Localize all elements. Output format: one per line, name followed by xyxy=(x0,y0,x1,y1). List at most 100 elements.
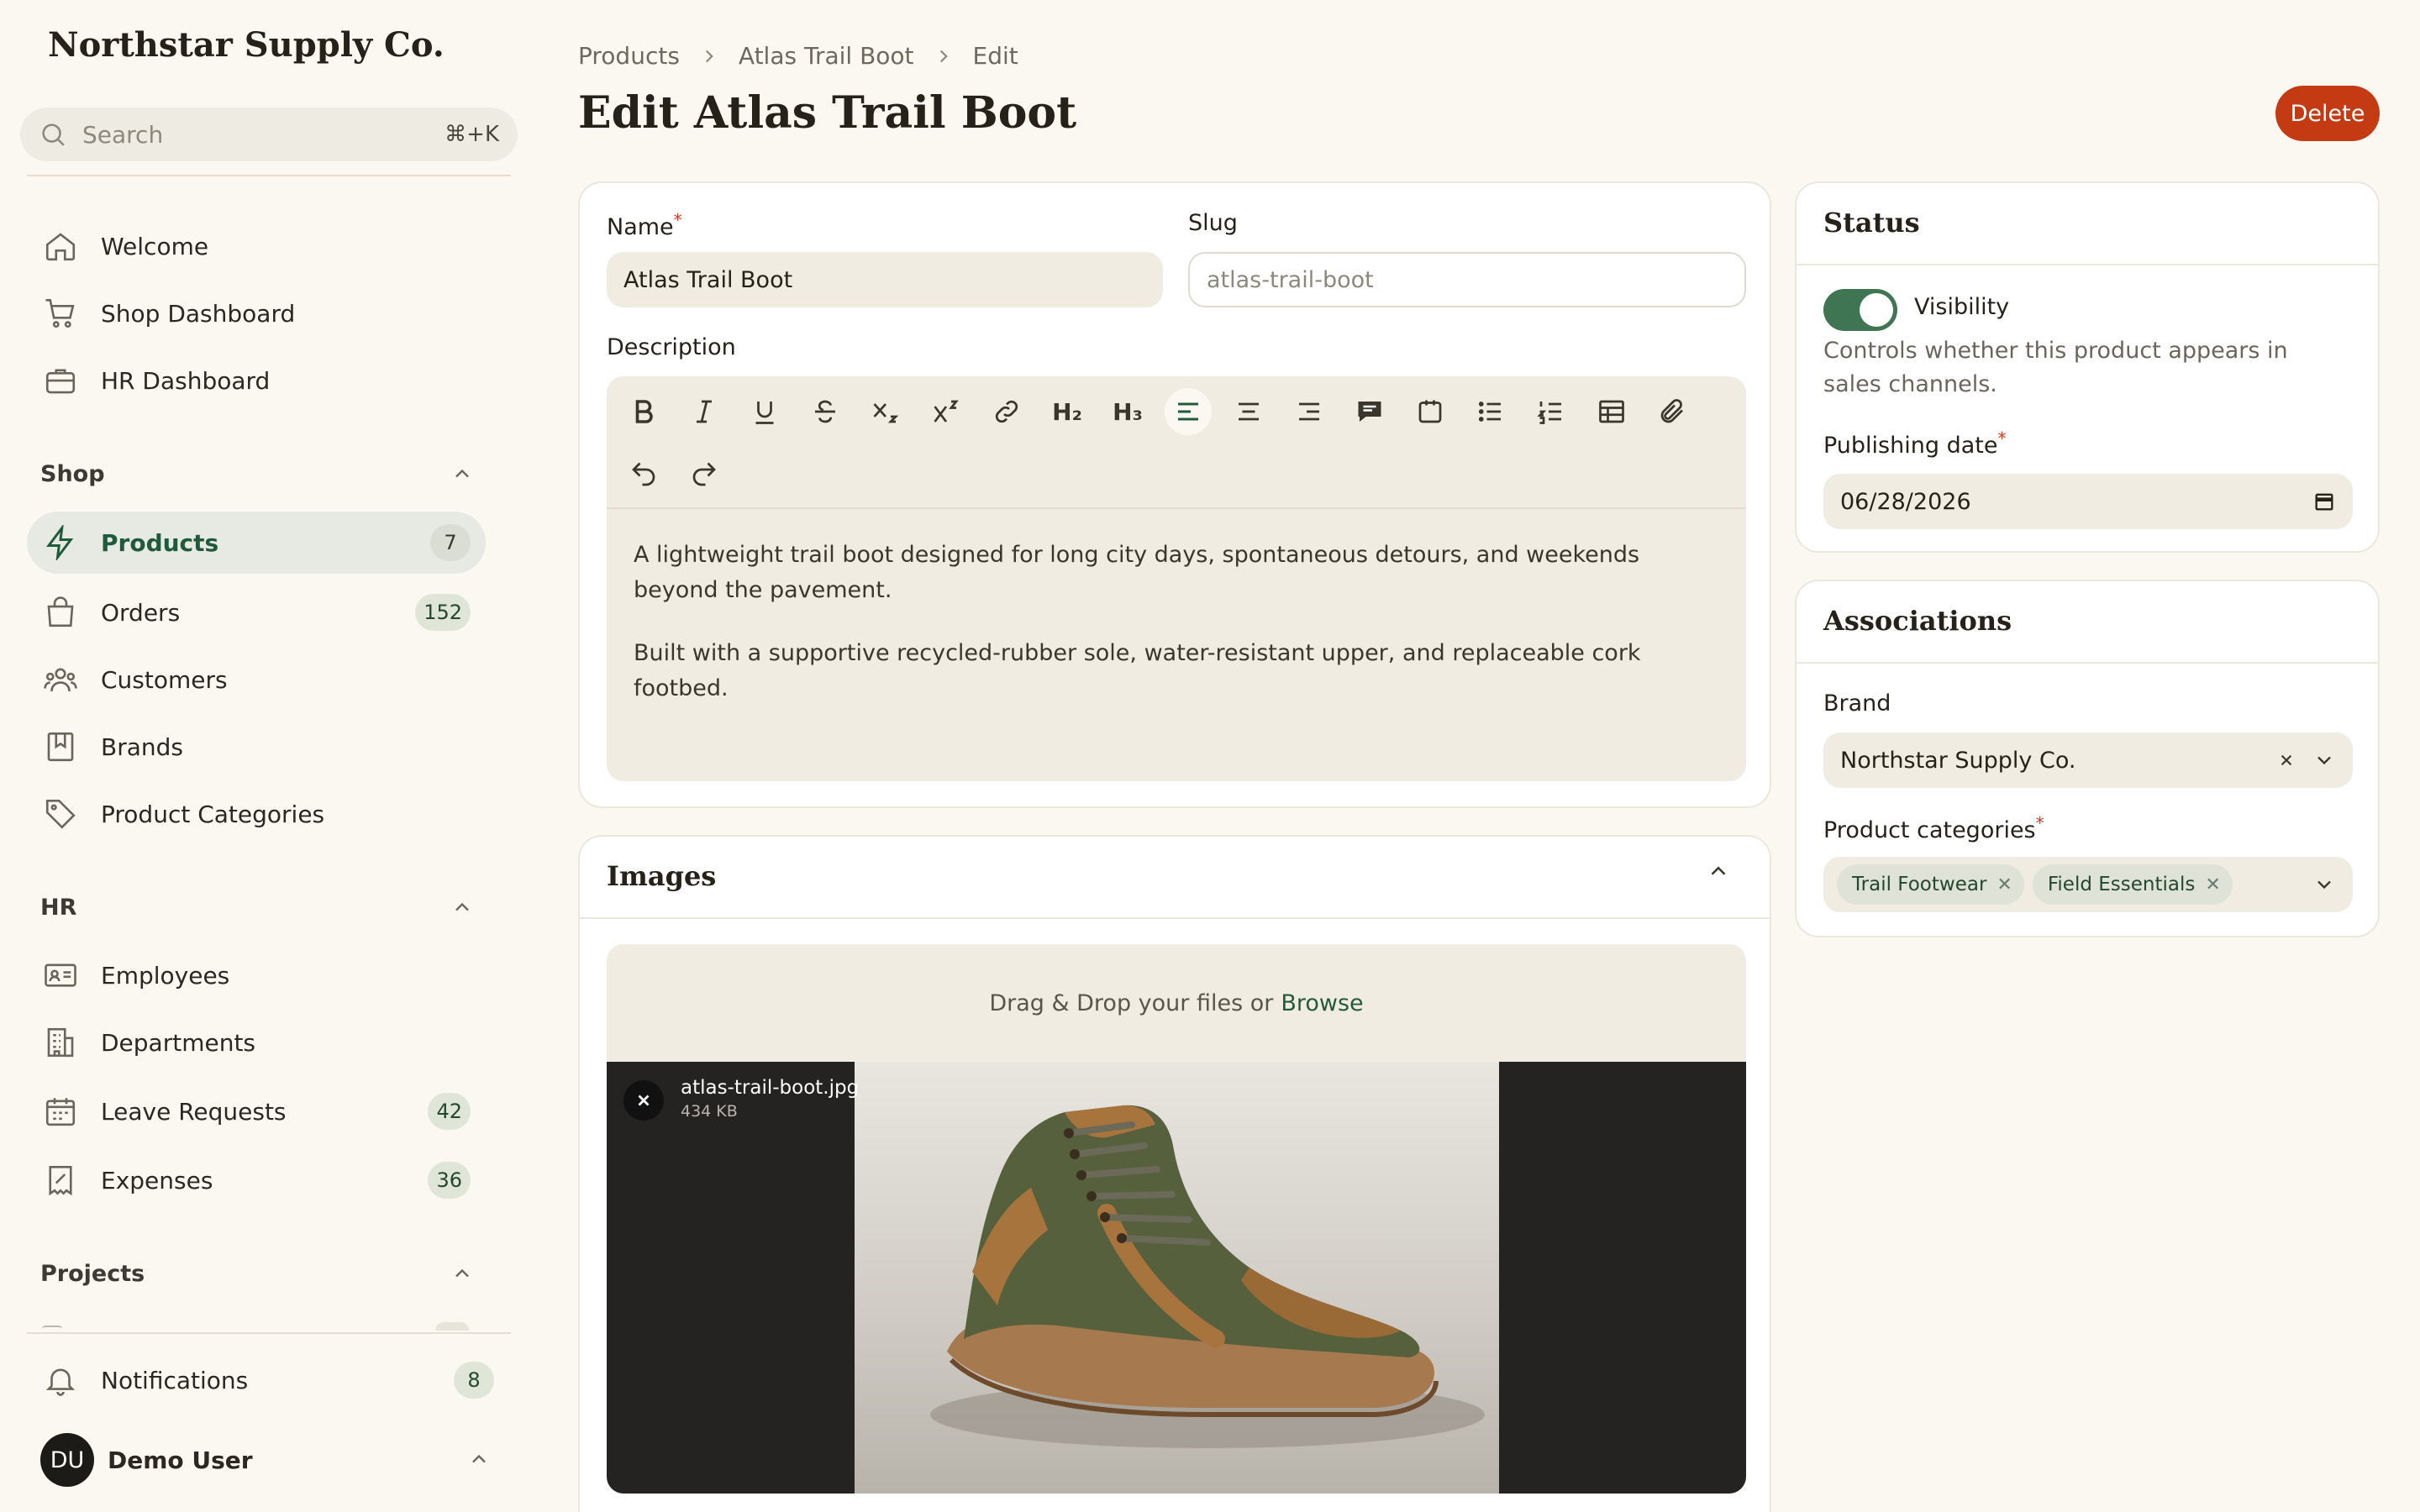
nav-item-welcome[interactable]: Welcome xyxy=(27,215,486,277)
categories-select[interactable]: Trail Footwear ✕ Field Essentials ✕ xyxy=(1823,857,2353,912)
italic-button[interactable] xyxy=(681,388,728,435)
details-card: Name* Atlas Trail Boot Slug atlas-trail-… xyxy=(578,181,1771,808)
clear-icon[interactable] xyxy=(2275,749,2297,771)
nav-item-customers[interactable]: Customers xyxy=(27,648,486,711)
chip-remove-icon[interactable]: ✕ xyxy=(2205,874,2220,895)
nav-item-products[interactable]: Products 7 xyxy=(27,512,486,574)
slug-field[interactable]: atlas-trail-boot xyxy=(1188,252,1746,307)
superscript-button[interactable] xyxy=(923,388,970,435)
subscript-button[interactable] xyxy=(862,388,909,435)
underline-button[interactable] xyxy=(741,388,788,435)
strikethrough-button[interactable] xyxy=(802,388,849,435)
redo-button[interactable] xyxy=(681,449,728,496)
count-badge: 152 xyxy=(415,594,471,631)
file-dropzone[interactable]: Drag & Drop your files or Browse xyxy=(607,944,1746,1062)
nav-item-label: Employees xyxy=(101,961,230,990)
name-field[interactable]: Atlas Trail Boot xyxy=(607,252,1163,307)
redo-icon xyxy=(692,462,716,486)
chip-remove-icon[interactable]: ✕ xyxy=(1996,874,2012,895)
bullet-list-icon xyxy=(1478,402,1501,422)
chevron-up-icon xyxy=(455,469,469,478)
images-title: Images xyxy=(607,860,717,892)
nav-item-label: Notifications xyxy=(101,1366,249,1394)
quote-button[interactable] xyxy=(1346,388,1393,435)
nav-item-hr-dashboard[interactable]: HR Dashboard xyxy=(27,349,486,412)
publishing-date-field[interactable]: 06/28/2026 xyxy=(1823,474,2353,529)
align-center-icon xyxy=(1239,402,1259,421)
chevron-down-icon[interactable] xyxy=(2312,873,2336,896)
count-badge: 42 xyxy=(428,1093,471,1130)
code-block-button[interactable] xyxy=(1407,388,1454,435)
breadcrumb: Products Atlas Trail Boot Edit xyxy=(578,42,1018,70)
breadcrumb-product[interactable]: Atlas Trail Boot xyxy=(739,42,914,70)
users-icon xyxy=(42,661,79,698)
link-icon xyxy=(995,400,1018,423)
section-title: HR xyxy=(40,894,77,921)
avatar[interactable]: DU xyxy=(40,1433,94,1487)
attach-button[interactable] xyxy=(1649,388,1696,435)
section-title: Shop xyxy=(40,460,105,487)
remove-file-button[interactable] xyxy=(623,1080,664,1121)
nav-item-notifications[interactable]: Notifications 8 xyxy=(27,1349,494,1411)
count-badge: 7 xyxy=(430,524,471,561)
nav-item-product-categories[interactable]: Product Categories xyxy=(27,783,486,845)
home-icon xyxy=(42,228,79,265)
section-hr-toggle[interactable]: HR xyxy=(40,890,474,924)
associations-title: Associations xyxy=(1823,605,2012,637)
nav-item-expenses[interactable]: Expenses 36 xyxy=(27,1149,486,1211)
ordered-list-button[interactable] xyxy=(1528,388,1575,435)
tag-icon xyxy=(42,795,79,832)
images-card: Images Drag & Drop your files or Browse xyxy=(578,835,1771,1512)
heading-2-button[interactable]: H₂ xyxy=(1044,388,1091,435)
nav-item-departments[interactable]: Departments xyxy=(27,1011,486,1074)
nav-item-shop-dashboard[interactable]: Shop Dashboard xyxy=(27,282,486,344)
search-input[interactable]: Search ⌘+K xyxy=(20,108,518,161)
cart-icon xyxy=(42,295,79,332)
align-left-button[interactable] xyxy=(1165,388,1212,435)
chevron-down-icon[interactable] xyxy=(2312,748,2336,772)
calendar-icon[interactable] xyxy=(2312,490,2336,513)
underline-icon xyxy=(755,402,774,424)
rich-text-editor[interactable]: H₂ H₃ A lightweight trail boot designed … xyxy=(607,376,1746,781)
undo-button[interactable] xyxy=(620,449,667,496)
breadcrumb-products[interactable]: Products xyxy=(578,42,680,70)
browse-link[interactable]: Browse xyxy=(1281,990,1363,1016)
nav-item-employees[interactable]: Employees xyxy=(27,944,486,1006)
comment-icon xyxy=(1358,402,1381,422)
delete-button[interactable]: Delete xyxy=(2275,86,2380,141)
superscript-icon xyxy=(934,400,959,423)
nav-item-label: HR Dashboard xyxy=(101,366,271,395)
strikethrough-icon xyxy=(815,400,835,423)
nav-item-orders[interactable]: Orders 152 xyxy=(27,581,486,643)
chevron-up-icon xyxy=(455,902,469,911)
nav-item-leave-requests[interactable]: Leave Requests 42 xyxy=(27,1080,486,1142)
description-paragraph: A lightweight trail boot designed for lo… xyxy=(634,542,1640,603)
section-shop-toggle[interactable]: Shop xyxy=(40,457,474,491)
nav-item-brands[interactable]: Brands xyxy=(27,716,486,778)
publishing-date-value: 06/28/2026 xyxy=(1840,488,1971,515)
editor-toolbar-row-2 xyxy=(620,449,741,496)
id-card-icon xyxy=(42,957,79,994)
link-button[interactable] xyxy=(983,388,1030,435)
slug-label: Slug xyxy=(1188,210,1238,236)
table-button[interactable] xyxy=(1588,388,1635,435)
chevron-up-icon[interactable] xyxy=(1706,858,1731,884)
chip-label: Trail Footwear xyxy=(1852,874,1987,895)
align-right-button[interactable] xyxy=(1286,388,1333,435)
file-size: 434 KB xyxy=(681,1102,738,1121)
user-name[interactable]: Demo User xyxy=(108,1446,253,1474)
section-projects-toggle[interactable]: Projects xyxy=(40,1257,474,1290)
editor-content[interactable]: A lightweight trail boot designed for lo… xyxy=(634,538,1726,706)
file-name: atlas-trail-boot.jpg xyxy=(681,1077,860,1099)
associations-card: Associations Brand Northstar Supply Co. … xyxy=(1795,580,2380,937)
breadcrumb-current: Edit xyxy=(972,42,1018,70)
ordered-list-icon xyxy=(1537,402,1561,424)
visibility-toggle[interactable] xyxy=(1823,289,1897,331)
nav-item-label: Leave Requests xyxy=(101,1097,287,1126)
chevron-up-icon[interactable] xyxy=(467,1447,491,1471)
bullet-list-button[interactable] xyxy=(1467,388,1514,435)
brand-select[interactable]: Northstar Supply Co. xyxy=(1823,732,2353,788)
bold-button[interactable] xyxy=(620,388,667,435)
heading-3-button[interactable]: H₃ xyxy=(1104,388,1151,435)
align-center-button[interactable] xyxy=(1225,388,1272,435)
